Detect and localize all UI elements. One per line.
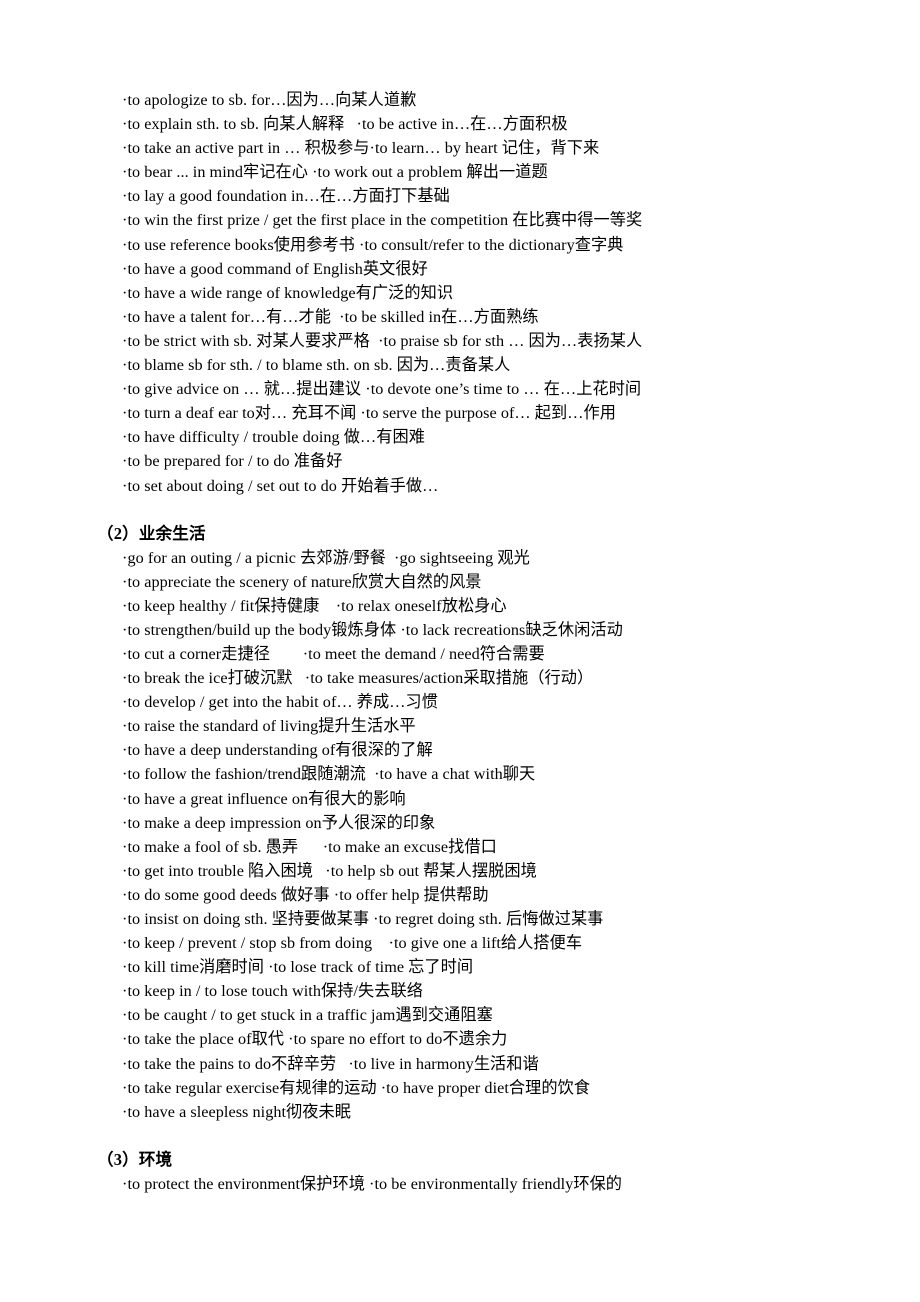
phrase-line: ·to take the pains to do不辞辛劳 ·to live in… — [122, 1054, 539, 1073]
phrase-line: ·to use reference books使用参考书 ·to consult… — [122, 235, 624, 254]
phrase-line: ·to make a fool of sb. 愚弄 ·to make an ex… — [122, 837, 497, 856]
phrase-line: ·to bear ... in mind牢记在心 ·to work out a … — [122, 163, 548, 182]
phrase-line: ·to protect the environment保护环境 ·to be e… — [122, 1174, 623, 1193]
phrase-line: ·to kill time消磨时间 ·to lose track of time… — [122, 958, 474, 977]
phrase-list-3: ·to protect the environment保护环境 ·to be e… — [0, 1172, 920, 1196]
phrase-line: ·to turn a deaf ear to对… 充耳不闻 ·to serve … — [122, 404, 616, 423]
phrase-line: ·to give advice on … 就…提出建议 ·to devote o… — [122, 380, 642, 399]
phrase-list-1: ·to apologize to sb. for…因为…向某人道歉 ·to ex… — [0, 88, 920, 498]
phrase-line: ·to lay a good foundation in…在…方面打下基础 — [122, 187, 450, 206]
phrase-line: ·to take regular exercise有规律的运动 ·to have… — [122, 1078, 591, 1097]
phrase-line: ·to insist on doing sth. 坚持要做某事 ·to regr… — [122, 910, 604, 928]
phrase-line: ·to explain sth. to sb. 向某人解释 ·to be act… — [122, 115, 568, 134]
phrase-line: ·to be strict with sb. 对某人要求严格 ·to prais… — [122, 331, 643, 350]
phrase-line: ·to follow the fashion/trend跟随潮流 ·to hav… — [122, 765, 536, 784]
phrase-line: ·to develop / get into the habit of… 养成…… — [122, 693, 438, 712]
phrase-line: ·to have a sleepless night彻夜未眠 — [122, 1102, 351, 1121]
phrase-line: ·to win the first prize / get the first … — [122, 211, 643, 230]
section-heading-leisure-life: （2）业余生活 — [97, 523, 206, 543]
phrase-line: ·to take an active part in … 积极参与·to lea… — [122, 139, 600, 158]
phrase-line: ·to strengthen/build up the body锻炼身体 ·to… — [122, 620, 623, 639]
phrase-line: ·to have difficulty / trouble doing 做…有困… — [122, 428, 425, 447]
phrase-line: ·to cut a corner走捷径 ·to meet the demand … — [122, 644, 545, 663]
section-environment: （3）环境 ·to protect the environment保护环境 ·t… — [0, 1148, 920, 1196]
section-heading-environment: （3）环境 — [97, 1149, 173, 1169]
phrase-line: ·to have a good command of English英文很好 — [122, 259, 428, 278]
phrase-line: ·to appreciate the scenery of nature欣赏大自… — [122, 572, 482, 591]
phrase-line: ·to have a deep understanding of有很深的了解 — [122, 741, 433, 760]
phrase-line: ·to have a talent for…有…才能 ·to be skille… — [122, 307, 539, 326]
phrase-line: ·to take the place of取代 ·to spare no eff… — [122, 1030, 508, 1049]
document-page: ·to apologize to sb. for…因为…向某人道歉 ·to ex… — [0, 0, 920, 1302]
phrase-line: ·to keep in / to lose touch with保持/失去联络 — [122, 982, 423, 1001]
phrase-line: ·to break the ice打破沉默 ·to take measures/… — [122, 669, 594, 688]
phrase-line: ·go for an outing / a picnic 去郊游/野餐 ·go … — [122, 548, 530, 567]
section-leisure-life: （2）业余生活 ·go for an outing / a picnic 去郊游… — [0, 522, 920, 1124]
phrase-line: ·to be prepared for / to do 准备好 — [122, 452, 343, 471]
phrase-line: ·to have a wide range of knowledge有广泛的知识 — [122, 283, 454, 302]
phrase-line: ·to keep healthy / fit保持健康 ·to relax one… — [122, 596, 507, 615]
phrase-line: ·to be caught / to get stuck in a traffi… — [122, 1006, 493, 1025]
phrase-line: ·to apologize to sb. for…因为…向某人道歉 — [122, 91, 417, 109]
section-academic-study: ·to apologize to sb. for…因为…向某人道歉 ·to ex… — [0, 88, 920, 498]
phrase-line: ·to blame sb for sth. / to blame sth. on… — [122, 356, 511, 375]
phrase-line: ·to do some good deeds 做好事 ·to offer hel… — [122, 885, 489, 904]
phrase-line: ·to have a great influence on有很大的影响 — [122, 789, 406, 808]
phrase-line: ·to get into trouble 陷入困境 ·to help sb ou… — [122, 861, 537, 880]
phrase-line: ·to set about doing / set out to do 开始着手… — [122, 476, 439, 495]
phrase-line: ·to raise the standard of living提升生活水平 — [122, 717, 416, 736]
phrase-line: ·to keep / prevent / stop sb from doing … — [122, 934, 583, 953]
phrase-line: ·to make a deep impression on予人很深的印象 — [122, 813, 436, 832]
phrase-list-2: ·go for an outing / a picnic 去郊游/野餐 ·go … — [0, 546, 920, 1124]
